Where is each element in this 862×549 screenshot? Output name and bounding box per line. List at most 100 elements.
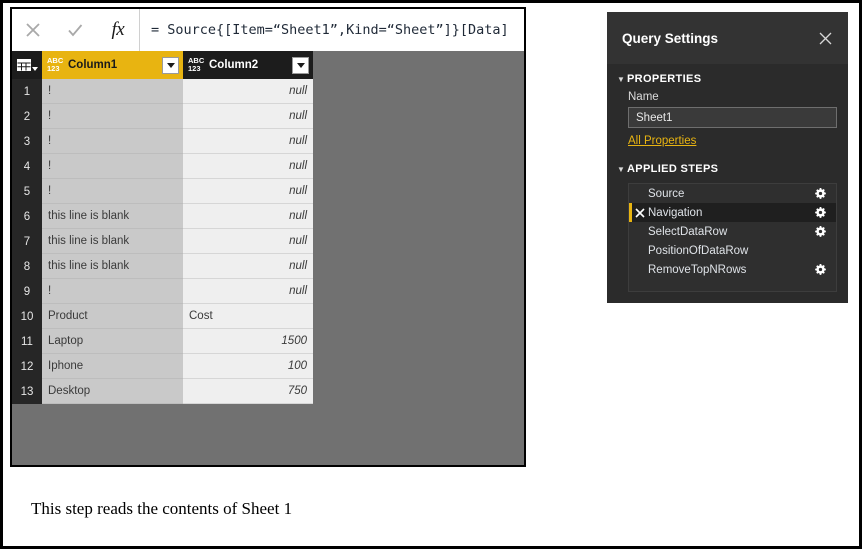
caption-text: This step reads the contents of Sheet 1 — [31, 499, 292, 519]
applied-step-label: Navigation — [648, 207, 813, 219]
cell-column2[interactable]: 1500 — [183, 329, 313, 354]
cell-column1[interactable]: ! — [42, 279, 183, 304]
cell-column1[interactable]: this line is blank — [42, 229, 183, 254]
table-row[interactable]: 11Laptop1500 — [12, 329, 313, 354]
cell-column2[interactable]: null — [183, 79, 313, 104]
applied-step-item[interactable]: SelectDataRow — [629, 222, 836, 241]
delete-step-button[interactable] — [632, 208, 648, 218]
applied-steps-section-header[interactable]: ▼ APPLIED STEPS — [607, 149, 848, 180]
gear-icon — [815, 264, 826, 275]
row-number: 3 — [12, 129, 42, 154]
cell-column1[interactable]: this line is blank — [42, 204, 183, 229]
gear-icon — [815, 207, 826, 218]
step-selection-accent — [629, 184, 632, 203]
query-settings-title: Query Settings — [622, 31, 814, 46]
table-row[interactable]: 7this line is blanknull — [12, 229, 313, 254]
insert-function-button[interactable]: fx — [101, 13, 135, 47]
collapse-arrow-icon: ▼ — [615, 165, 627, 174]
row-number: 11 — [12, 329, 42, 354]
row-number: 5 — [12, 179, 42, 204]
table-row[interactable]: 8this line is blanknull — [12, 254, 313, 279]
close-x-icon — [635, 208, 645, 218]
screenshot-frame: fx = Source{[Item=“Sheet1”,Kind=“Sheet”]… — [0, 0, 862, 549]
cell-column2[interactable]: 100 — [183, 354, 313, 379]
table-row[interactable]: 4!null — [12, 154, 313, 179]
step-selection-accent — [629, 260, 632, 279]
applied-step-item[interactable]: RemoveTopNRows — [629, 260, 836, 279]
cell-column2[interactable]: null — [183, 104, 313, 129]
select-all-table-button[interactable] — [12, 51, 42, 79]
applied-step-label: RemoveTopNRows — [648, 264, 813, 276]
formula-bar: fx = Source{[Item=“Sheet1”,Kind=“Sheet”]… — [12, 9, 524, 51]
cell-column1[interactable]: this line is blank — [42, 254, 183, 279]
all-properties-link[interactable]: All Properties — [628, 135, 696, 147]
row-number: 6 — [12, 204, 42, 229]
cell-column1[interactable]: ! — [42, 79, 183, 104]
cancel-formula-button[interactable] — [16, 13, 50, 47]
cell-column2[interactable]: null — [183, 279, 313, 304]
column-header-label: Column2 — [209, 59, 292, 71]
cell-column1[interactable]: Product — [42, 304, 183, 329]
grid-column-header-row: ABC123 Column1 ABC123 Column2 — [12, 51, 313, 79]
step-settings-gear-icon[interactable] — [813, 226, 827, 237]
properties-section-label: PROPERTIES — [627, 73, 701, 85]
column-header-column2[interactable]: ABC123 Column2 — [183, 51, 313, 79]
column-filter-dropdown-column2[interactable] — [292, 57, 309, 74]
row-number: 4 — [12, 154, 42, 179]
table-row[interactable]: 2!null — [12, 104, 313, 129]
formula-input[interactable]: = Source{[Item=“Sheet1”,Kind=“Sheet”]}[D… — [140, 9, 524, 51]
gear-icon — [815, 188, 826, 199]
cell-column1[interactable]: Iphone — [42, 354, 183, 379]
cell-column1[interactable]: Desktop — [42, 379, 183, 404]
cell-column1[interactable]: ! — [42, 154, 183, 179]
table-row[interactable]: 12Iphone100 — [12, 354, 313, 379]
table-row[interactable]: 10ProductCost — [12, 304, 313, 329]
commit-formula-button[interactable] — [58, 13, 92, 47]
cell-column2[interactable]: null — [183, 229, 313, 254]
step-selection-accent — [629, 241, 632, 260]
chevron-down-icon — [297, 63, 305, 68]
cell-column1[interactable]: Laptop — [42, 329, 183, 354]
row-number: 7 — [12, 229, 42, 254]
close-x-icon — [818, 31, 833, 46]
table-row[interactable]: 13Desktop750 — [12, 379, 313, 404]
table-row[interactable]: 3!null — [12, 129, 313, 154]
step-settings-gear-icon[interactable] — [813, 188, 827, 199]
row-number: 10 — [12, 304, 42, 329]
cell-column2[interactable]: Cost — [183, 304, 313, 329]
applied-step-label: Source — [648, 188, 813, 200]
cell-column2[interactable]: null — [183, 204, 313, 229]
column-filter-dropdown-column1[interactable] — [162, 57, 179, 74]
applied-steps-list: Source Navigation SelectDataRow PositionOfD… — [628, 183, 837, 292]
name-field-label: Name — [607, 90, 848, 107]
cell-column1[interactable]: ! — [42, 179, 183, 204]
table-row[interactable]: 5!null — [12, 179, 313, 204]
cell-column2[interactable]: null — [183, 154, 313, 179]
applied-step-item[interactable]: Source — [629, 184, 836, 203]
cell-column1[interactable]: ! — [42, 129, 183, 154]
table-row[interactable]: 9!null — [12, 279, 313, 304]
step-settings-gear-icon[interactable] — [813, 264, 827, 275]
properties-section-header[interactable]: ▼ PROPERTIES — [607, 64, 848, 90]
close-query-settings-button[interactable] — [814, 27, 836, 49]
chevron-down-icon — [167, 63, 175, 68]
step-settings-gear-icon[interactable] — [813, 207, 827, 218]
applied-step-item[interactable]: PositionOfDataRow — [629, 241, 836, 260]
query-settings-panel: Query Settings ▼ PROPERTIES Name Sheet1 … — [607, 12, 848, 303]
table-row[interactable]: 6this line is blanknull — [12, 204, 313, 229]
cell-column2[interactable]: null — [183, 254, 313, 279]
cell-column1[interactable]: ! — [42, 104, 183, 129]
query-name-input[interactable]: Sheet1 — [628, 107, 837, 128]
grid-body: 1!null2!null3!null4!null5!null6this line… — [12, 79, 313, 404]
gear-icon — [815, 226, 826, 237]
cell-column2[interactable]: 750 — [183, 379, 313, 404]
row-number: 8 — [12, 254, 42, 279]
checkmark-icon — [66, 21, 84, 39]
table-row[interactable]: 1!null — [12, 79, 313, 104]
column-header-column1[interactable]: ABC123 Column1 — [42, 51, 183, 79]
cell-column2[interactable]: null — [183, 129, 313, 154]
chevron-down-icon — [32, 67, 38, 71]
applied-step-item[interactable]: Navigation — [629, 203, 836, 222]
cell-column2[interactable]: null — [183, 179, 313, 204]
applied-step-label: SelectDataRow — [648, 226, 813, 238]
